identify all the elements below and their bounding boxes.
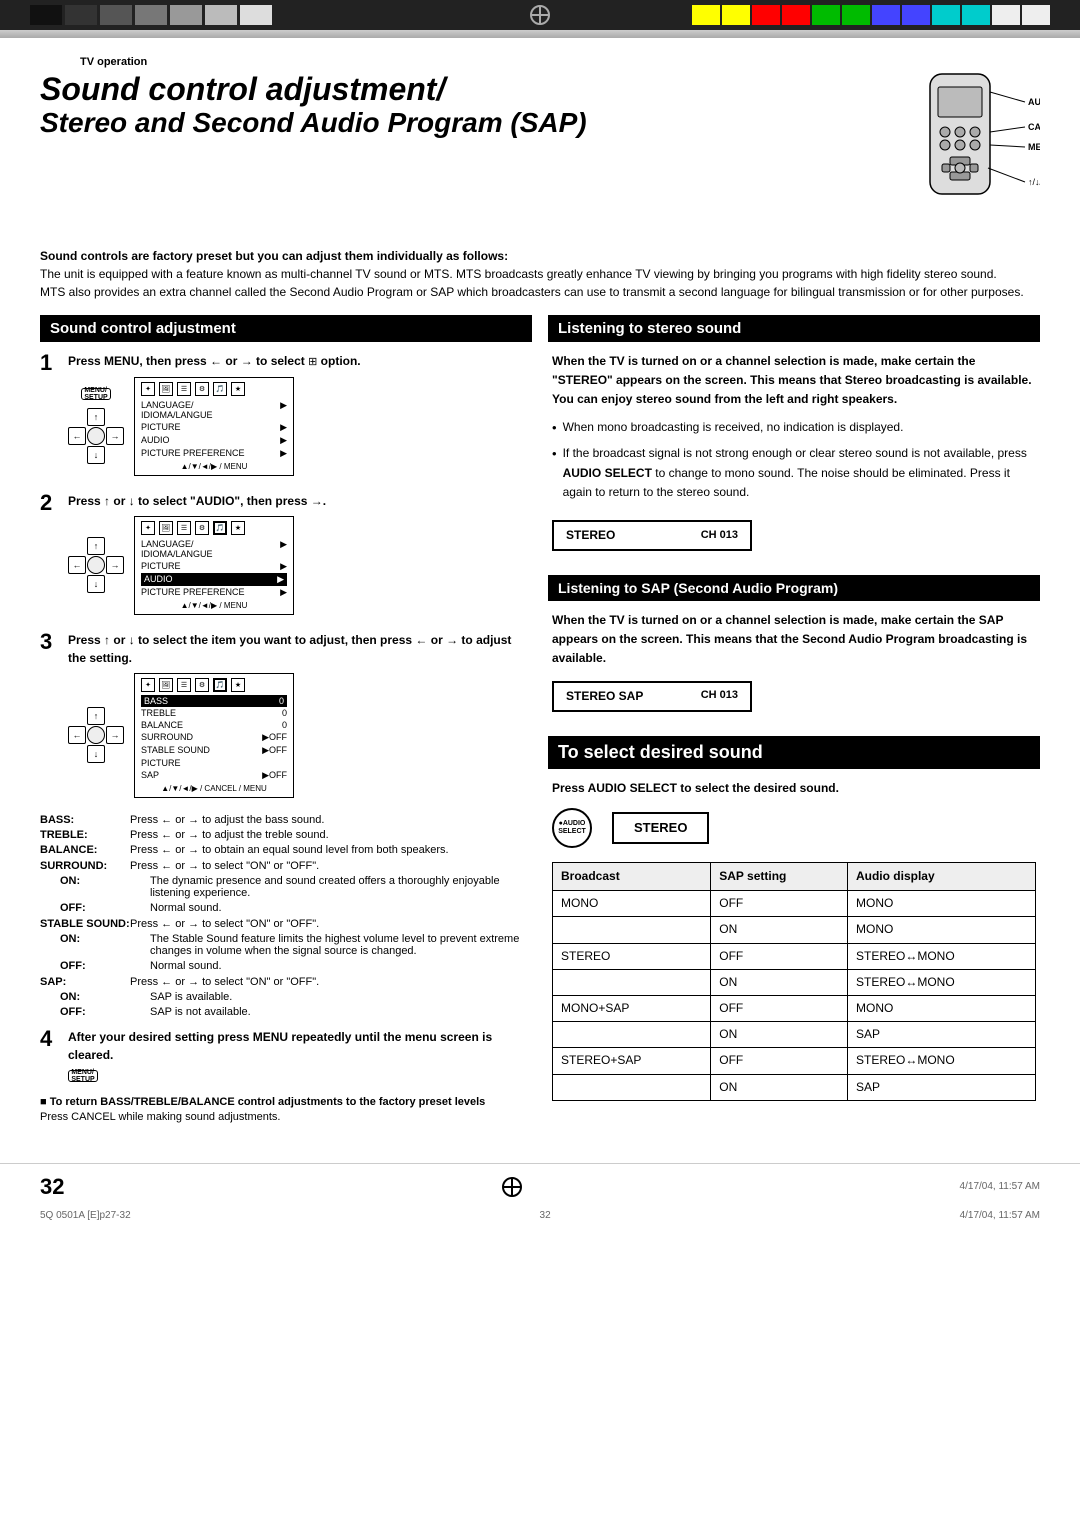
table-cell-audio: MONO (847, 995, 1035, 1021)
page-title-sub: Stereo and Second Audio Program (SAP) (40, 107, 864, 139)
table-cell-audio: SAP (847, 1074, 1035, 1100)
bottom-crosshair (502, 1177, 522, 1197)
col-audio-display: Audio display (847, 863, 1035, 891)
tv-operation-label: TV operation (40, 48, 1040, 72)
table-cell-audio: MONO (847, 891, 1035, 917)
audio-display: STEREO (612, 812, 709, 845)
table-cell-sap: OFF (711, 1048, 848, 1074)
svg-text:↑/↓/←/→: ↑/↓/←/→ (1028, 177, 1040, 187)
table-cell-broadcast: STEREO+SAP (553, 1048, 711, 1074)
footer-center-page: 32 (540, 1210, 551, 1221)
page-title-main: Sound control adjustment/ (40, 72, 864, 107)
down-arrow-btn[interactable]: ↓ (87, 446, 105, 464)
menu-screen-step3: ✦ 🖼 ☰ ⚙ 🎵 ★ BASS0 TREBLE0 BALANCE0 SURRO… (134, 673, 294, 798)
up-arrow-btn2[interactable]: ↑ (87, 537, 105, 555)
header-stripe (0, 30, 1080, 38)
top-pattern-bar (0, 0, 1080, 30)
table-row: MONO+SAPOFFMONO (553, 995, 1036, 1021)
down-arrow-btn3[interactable]: ↓ (87, 745, 105, 763)
sound-control-header: Sound control adjustment (40, 315, 532, 342)
menu-setup-button4[interactable]: MENU/SETUP (68, 1070, 98, 1082)
note-section: ■ To return BASS/TREBLE/BALANCE control … (40, 1096, 532, 1123)
right-arrow-btn[interactable]: → (106, 427, 124, 445)
up-arrow-btn3[interactable]: ↑ (87, 707, 105, 725)
table-cell-broadcast (553, 969, 711, 995)
table-cell-audio: STEREO↔MONO (847, 1048, 1035, 1074)
right-arrow-btn2[interactable]: → (106, 556, 124, 574)
table-cell-broadcast (553, 1022, 711, 1048)
left-arrow-btn3[interactable]: ← (68, 726, 86, 744)
sap-display: STEREO SAP CH 013 (552, 681, 752, 712)
stereo-display: STEREO CH 013 (552, 520, 752, 551)
table-cell-broadcast: MONO (553, 891, 711, 917)
table-cell-broadcast (553, 917, 711, 943)
page-number: 32 (40, 1174, 64, 1200)
footer-right-date: 4/17/04, 11:57 AM (960, 1210, 1040, 1221)
menu-screen-step1: ✦ 🖼 ☰ ⚙ 🎵 ★ LANGUAGE/IDIOMA/LANGUE▶ PICT… (134, 377, 294, 476)
table-cell-sap: ON (711, 969, 848, 995)
table-row: ONSTEREO↔MONO (553, 969, 1036, 995)
center-btn2[interactable] (87, 556, 105, 574)
table-cell-sap: ON (711, 1074, 848, 1100)
footer-left-code: 5Q 0501A [E]p27-32 (40, 1210, 131, 1221)
step3-text: Press ↑ or ↓ to select the item you want… (68, 631, 532, 667)
table-row: MONOOFFMONO (553, 891, 1036, 917)
table-row: ONSAP (553, 1074, 1036, 1100)
table-cell-sap: ON (711, 917, 848, 943)
table-row: STEREO+SAPOFFSTEREO↔MONO (553, 1048, 1036, 1074)
table-row: STEREOOFFSTEREO↔MONO (553, 943, 1036, 969)
step2-number: 2 (40, 492, 60, 514)
step4-number: 4 (40, 1028, 60, 1050)
table-cell-sap: ON (711, 1022, 848, 1048)
step2-text: Press ↑ or ↓ to select "AUDIO", then pre… (68, 492, 532, 510)
center-btn3[interactable] (87, 726, 105, 744)
table-cell-sap: OFF (711, 891, 848, 917)
table-row: ONMONO (553, 917, 1036, 943)
audio-table: Broadcast SAP setting Audio display MONO… (552, 862, 1036, 1101)
menu-screen-step2: ✦ 🖼 ☰ ⚙ 🎵 ★ LANGUAGE/IDIOMA/LANGUE▶ PICT… (134, 516, 294, 615)
stereo-section: Listening to stereo sound When the TV is… (548, 315, 1040, 559)
table-cell-sap: OFF (711, 943, 848, 969)
step3-number: 3 (40, 631, 60, 653)
left-arrow-btn2[interactable]: ← (68, 556, 86, 574)
step1-text: Press MENU, then press ← or → to select … (68, 352, 532, 371)
svg-text:AUDIO SELECT: AUDIO SELECT (1028, 97, 1040, 107)
step1-number: 1 (40, 352, 60, 374)
table-cell-broadcast (553, 1074, 711, 1100)
step4-text: After your desired setting press MENU re… (68, 1028, 532, 1064)
crosshair-icon (530, 5, 550, 25)
center-btn[interactable] (87, 427, 105, 445)
svg-text:MENU: MENU (1028, 142, 1040, 152)
table-cell-audio: STEREO↔MONO (847, 943, 1035, 969)
audio-labels-section: BASS: Press ← or → to adjust the bass so… (40, 814, 532, 1018)
up-arrow-btn[interactable]: ↑ (87, 408, 105, 426)
svg-text:CANCEL: CANCEL (1028, 122, 1040, 132)
select-sound-section: To select desired sound Press AUDIO SELE… (548, 736, 1040, 1101)
menu-setup-button[interactable]: MENU/SETUP (81, 388, 111, 400)
remote-diagram: AUDIO SELECT CANCEL MENU ↑/↓/←/→ (880, 72, 1040, 235)
audio-select-button[interactable]: ●AUDIOSELECT (552, 808, 592, 848)
table-cell-broadcast: STEREO (553, 943, 711, 969)
table-cell-sap: OFF (711, 995, 848, 1021)
col-broadcast: Broadcast (553, 863, 711, 891)
table-cell-audio: SAP (847, 1022, 1035, 1048)
intro-section: Sound controls are factory preset but yo… (40, 247, 1040, 301)
table-cell-audio: STEREO↔MONO (847, 969, 1035, 995)
col-sap-setting: SAP setting (711, 863, 848, 891)
bottom-bar: 32 4/17/04, 11:57 AM (0, 1163, 1080, 1210)
down-arrow-btn2[interactable]: ↓ (87, 575, 105, 593)
sap-section: Listening to SAP (Second Audio Program) … (548, 575, 1040, 720)
table-cell-broadcast: MONO+SAP (553, 995, 711, 1021)
left-arrow-btn[interactable]: ← (68, 427, 86, 445)
table-row: ONSAP (553, 1022, 1036, 1048)
footer-right: 4/17/04, 11:57 AM (960, 1181, 1040, 1192)
right-arrow-btn3[interactable]: → (106, 726, 124, 744)
table-cell-audio: MONO (847, 917, 1035, 943)
